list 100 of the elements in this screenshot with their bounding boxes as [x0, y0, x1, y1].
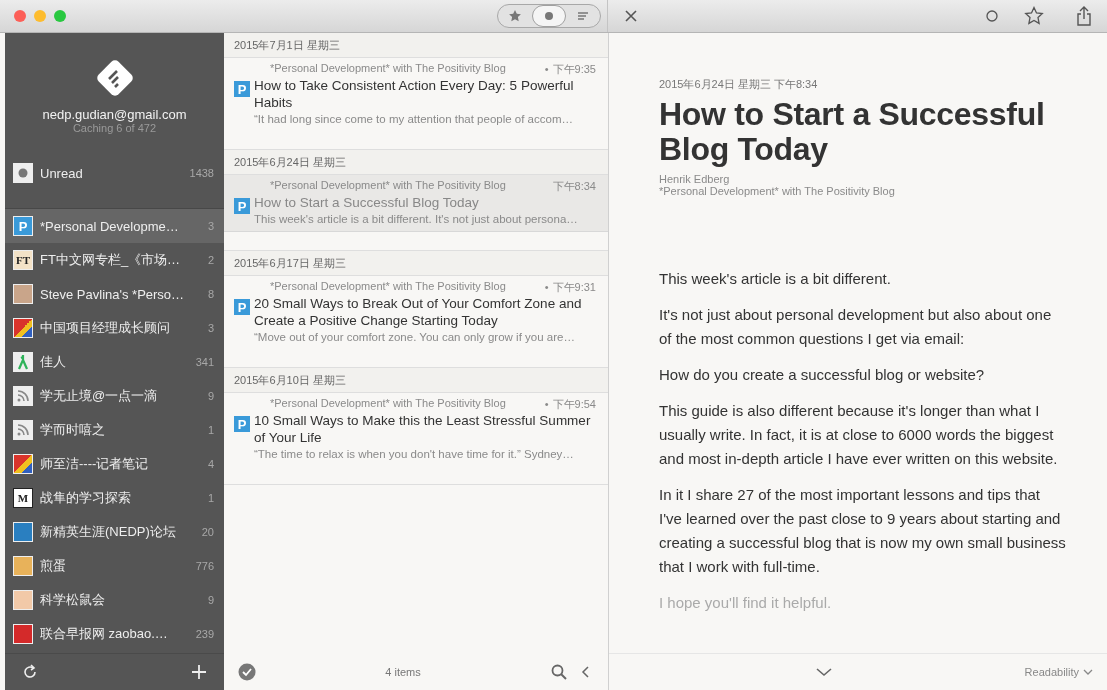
article-title: How to Take Consistent Action Every Day: 5 Powerful Habits	[254, 77, 575, 111]
unread-count: 1	[207, 492, 214, 504]
feed-badge: P	[234, 198, 250, 214]
date-header: 2015年7月1日 星期三	[224, 33, 608, 58]
star-icon	[1024, 6, 1044, 26]
article-snippet: “The time to relax is when you don't have time for it.” Sydney…	[254, 448, 575, 460]
feed-item[interactable]: 师至洁----记者笔记 4	[5, 447, 224, 481]
feed-label: 新精英生涯(NEDP)论坛	[40, 523, 177, 541]
article-source: *Personal Development* with The Positivity Blog	[270, 179, 506, 193]
article-paragraph: This guide is also different because it's longer than what I usually write. In fact, it is at close to 6000 words the biggest and most in-depth article I have ever written on this website.	[659, 401, 1059, 469]
article-source: *Personal Development* with The Positivity Blog	[270, 280, 506, 294]
unread-dot: •	[544, 281, 549, 293]
feed-item[interactable]: 学无止境@一点一滴 9	[5, 379, 224, 413]
caching-status: Caching 6 of 472	[72, 122, 157, 134]
article-paragraph: This week's article is a bit different.	[659, 269, 892, 289]
feed-label: 科学松鼠会	[40, 591, 106, 609]
feed-label: 佳人	[40, 353, 67, 371]
unread-count: 9	[207, 594, 214, 606]
article-source: *Personal Development* with The Positivity Blog	[659, 185, 896, 197]
article-time: 下午9:54	[552, 398, 596, 410]
feed-label: Steve Pavlina's *Perso…	[40, 286, 186, 302]
feed-item[interactable]: 科学松鼠会 9	[5, 583, 224, 617]
feed-label: 学而时嘻之	[40, 421, 106, 439]
feed-label: 学无止境@一点一滴	[40, 387, 159, 405]
feed-icon: M	[13, 488, 33, 508]
search-icon	[551, 664, 567, 680]
feed-label: 师至洁----记者笔记	[40, 455, 150, 473]
feed-icon: P	[13, 216, 33, 236]
article-time: 下午9:35	[552, 63, 596, 75]
article-source: *Personal Development* with The Positivity Blog	[270, 62, 506, 76]
unread-count: 776	[195, 560, 214, 572]
dot-icon	[18, 168, 28, 178]
feed-item[interactable]: 中国项目经理成长顾问 3	[5, 311, 224, 345]
article-title: 10 Small Ways to Make this the Least Stressful Summer of Your Life	[254, 412, 592, 446]
feed-badge: P	[234, 81, 250, 97]
article-snippet: This week's article is a bit different. It's not just about persona…	[254, 213, 579, 225]
circle-icon	[985, 9, 999, 23]
feed-item[interactable]: P *Personal Developme… 3	[5, 209, 224, 243]
article-item[interactable]: P *Personal Development* with The Positivity Blog • 下午9:35 How to Take Consistent Action Every Day: 5 Powerful Habits “It had long since come to my attention that people of accom…	[224, 58, 608, 131]
window-control[interactable]	[14, 10, 26, 22]
article-paragraph: I hope you'll find it helpful.	[659, 593, 833, 613]
chevron-down-icon	[815, 667, 832, 677]
unread-item[interactable]: Unread 1438	[5, 156, 224, 190]
account-email: nedp.gudian@gmail.com	[42, 107, 187, 122]
feed-label: *Personal Developme…	[40, 218, 180, 234]
feed-label: 中国项目经理成长顾问	[40, 319, 171, 337]
date-header: 2015年6月17日 星期三	[224, 251, 608, 276]
feed-item[interactable]: M 战隼的学习探索 1	[5, 481, 224, 515]
unread-count: 3	[207, 322, 214, 334]
article-paragraph: In it I share 27 of the most important lessons and tips that I've learned over the past close to 9 years about starting and creating a successful blog that is now my own small business that I work with full-time.	[659, 485, 1067, 577]
unread-count: 239	[195, 628, 214, 640]
article-date: 2015年6月24日 星期三 下午8:34	[659, 77, 819, 92]
feed-item[interactable]: 佳人 341	[5, 345, 224, 379]
unread-count: 2	[207, 254, 214, 266]
date-header: 2015年6月24日 星期三	[224, 150, 608, 175]
article-title: How to Start a Successful Blog Today	[254, 194, 480, 211]
item-count: 4 items	[384, 666, 422, 678]
article-source: *Personal Development* with The Positivity Blog	[270, 397, 506, 411]
feed-item[interactable]: 联合早报网 zaobao.… 239	[5, 617, 224, 651]
star-icon	[508, 9, 522, 23]
dot-view-button[interactable]	[532, 5, 566, 27]
unread-count: 20	[201, 526, 214, 538]
unread-dot: •	[544, 398, 549, 410]
date-header: 2015年6月10日 星期三	[224, 368, 608, 393]
unread-count: 8	[207, 288, 214, 300]
plus-icon	[191, 664, 207, 680]
feed-item[interactable]: 煎蛋 776	[5, 549, 224, 583]
article-paragraph: How do you create a successful blog or website?	[659, 365, 986, 385]
article-time: 下午9:31	[552, 281, 596, 293]
feed-label: 煎蛋	[40, 557, 67, 575]
article-paragraph: It's not just about personal development but also about one of the most common questions I get via email:	[659, 305, 1053, 349]
feed-badge: P	[234, 416, 250, 432]
feed-label: FT中文网专栏_《市场…	[40, 251, 182, 269]
unread-count: 1	[207, 424, 214, 436]
article-author: Henrik Edberg	[659, 173, 731, 185]
unread-dot: •	[544, 63, 549, 75]
feed-label: Unread	[40, 165, 84, 181]
article-heading: How to Start a Successful Blog Today	[659, 97, 1046, 167]
article-snippet: “Move out of your comfort zone. You can only grow if you are…	[254, 331, 576, 343]
refresh-icon	[22, 664, 38, 680]
feed-item[interactable]: Steve Pavlina's *Perso… 8	[5, 277, 224, 311]
caret-icon	[1083, 669, 1093, 675]
article-time: 下午8:34	[552, 180, 596, 192]
list-icon	[576, 9, 590, 23]
feed-badge: P	[234, 299, 250, 315]
checkmark-circle-icon	[238, 663, 256, 681]
feed-label: 战隼的学习探索	[40, 489, 132, 507]
unread-count: 1438	[189, 167, 214, 179]
article-item[interactable]: P *Personal Development* with The Positivity Blog • 下午9:54 10 Small Ways to Make this the Least Stressful Summer of Your Life “The time to relax is when you don't have time for it.” Sydney…	[224, 393, 608, 466]
feed-item[interactable]: 学而时嘻之 1	[5, 413, 224, 447]
feed-item[interactable]: FT FT中文网专栏_《市场… 2	[5, 243, 224, 277]
unread-count: 4	[207, 458, 214, 470]
dot-icon	[542, 9, 556, 23]
unread-count: 9	[207, 390, 214, 402]
feed-item[interactable]: 新精英生涯(NEDP)论坛 20	[5, 515, 224, 549]
article-title: 20 Small Ways to Break Out of Your Comfort Zone and Create a Positive Change Starting Today	[254, 295, 583, 329]
close-icon	[624, 9, 638, 23]
article-snippet: “It had long since come to my attention that people of accom…	[254, 113, 574, 125]
share-icon	[1076, 6, 1092, 26]
unread-count: 341	[195, 356, 214, 368]
